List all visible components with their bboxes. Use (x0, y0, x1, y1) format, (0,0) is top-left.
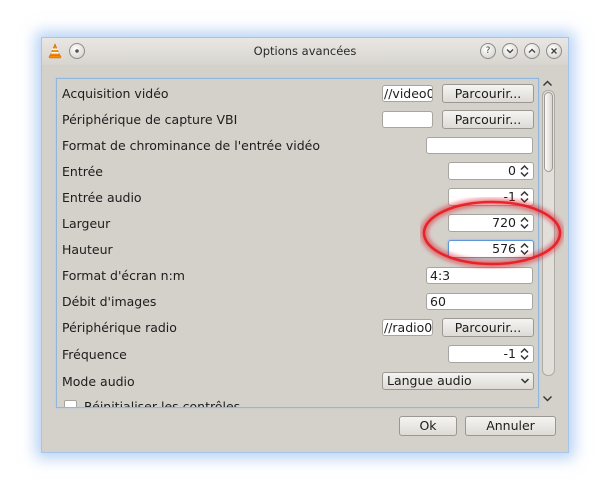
frequency-value: -1 (503, 346, 516, 361)
chroma-format-label: Format de chrominance de l'entrée vidéo (62, 138, 321, 153)
radio-browse-button[interactable]: Parcourir... (442, 318, 534, 337)
frame-rate-label: Débit d'images (62, 294, 157, 309)
close-button[interactable] (546, 43, 562, 59)
cancel-button[interactable]: Annuler (465, 416, 556, 436)
width-spinbox[interactable]: 720 (448, 214, 534, 232)
vertical-scrollbar[interactable] (542, 90, 555, 376)
acquisition-video-input[interactable]: //video0 (382, 85, 433, 102)
audio-mode-selected: Langue audio (387, 373, 472, 388)
audio-input-label: Entrée audio (62, 190, 142, 205)
vbi-browse-button[interactable]: Parcourir... (442, 110, 534, 129)
spin-arrows-icon[interactable] (519, 216, 530, 230)
close-icon (551, 48, 557, 54)
audio-mode-select[interactable]: Langue audio (382, 372, 534, 390)
scroll-up-arrow-icon[interactable] (542, 79, 553, 88)
frequency-label: Fréquence (62, 347, 127, 362)
height-label: Hauteur (62, 242, 113, 257)
chevron-down-icon (520, 378, 530, 384)
radio-device-label: Périphérique radio (62, 320, 177, 335)
reset-controls-label: Réinitialiser les contrôles (84, 399, 241, 408)
input-spinbox[interactable]: 0 (448, 162, 534, 180)
audio-mode-label: Mode audio (62, 374, 135, 389)
width-value: 720 (492, 215, 516, 230)
help-icon: ? (485, 46, 491, 56)
spin-arrows-icon[interactable] (519, 347, 530, 361)
width-label: Largeur (62, 216, 111, 231)
spin-arrows-icon[interactable] (519, 164, 530, 178)
minimize-icon (506, 49, 514, 54)
title-bar[interactable]: Options avancées ? (42, 38, 568, 65)
height-spinbox[interactable]: 576 (448, 240, 534, 258)
scroll-down-arrow-icon[interactable] (542, 394, 553, 403)
audio-input-spinbox[interactable]: -1 (448, 188, 534, 206)
acquisition-video-label: Acquisition vidéo (62, 86, 169, 101)
height-value: 576 (492, 241, 516, 256)
input-label: Entrée (62, 164, 103, 179)
spin-arrows-icon[interactable] (519, 190, 530, 204)
options-panel: Acquisition vidéo //video0 Parcourir... … (56, 78, 539, 408)
minimize-button[interactable] (502, 43, 518, 59)
maximize-button[interactable] (524, 43, 540, 59)
input-value: 0 (508, 163, 516, 178)
vbi-device-input[interactable] (382, 111, 433, 128)
frame-rate-input[interactable]: 60 (426, 293, 533, 310)
chroma-format-input[interactable] (426, 137, 533, 154)
aspect-ratio-input[interactable]: 4:3 (426, 267, 533, 284)
acquisition-browse-button[interactable]: Parcourir... (442, 84, 534, 103)
reset-controls-checkbox[interactable] (64, 400, 77, 407)
audio-input-value: -1 (503, 189, 516, 204)
vbi-device-label: Périphérique de capture VBI (62, 112, 238, 127)
radio-device-input[interactable]: //radio0 (382, 319, 433, 336)
spin-arrows-icon[interactable] (519, 242, 530, 256)
scrollbar-thumb[interactable] (544, 92, 553, 172)
help-button[interactable]: ? (480, 43, 496, 59)
aspect-ratio-label: Format d'écran n:m (62, 268, 185, 283)
frequency-spinbox[interactable]: -1 (448, 345, 534, 363)
maximize-icon (528, 48, 536, 53)
advanced-options-dialog: Options avancées ? Acquisition vidéo //v… (41, 37, 569, 453)
ok-button[interactable]: Ok (399, 416, 457, 436)
